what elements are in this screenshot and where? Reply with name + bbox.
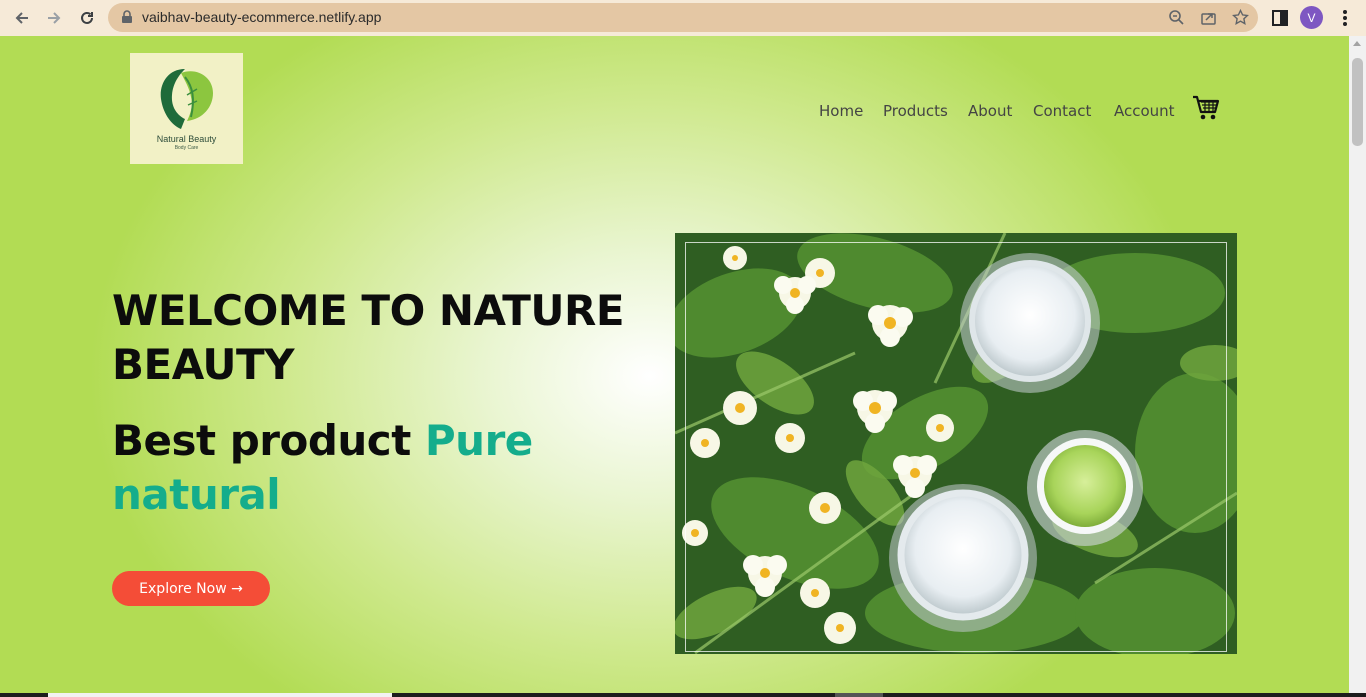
side-panel-icon[interactable] bbox=[1269, 7, 1291, 29]
reload-button[interactable] bbox=[76, 7, 98, 29]
nav-products[interactable]: Products bbox=[883, 102, 948, 120]
scroll-up-arrow-icon[interactable] bbox=[1353, 41, 1361, 46]
lock-icon bbox=[122, 10, 132, 23]
scrollbar-thumb[interactable] bbox=[1352, 58, 1363, 146]
hero-subtitle-main: Best product bbox=[112, 416, 425, 465]
hero-subtitle: Best product Pure natural bbox=[112, 414, 652, 522]
leaf-face-logo-icon bbox=[160, 69, 213, 129]
hero-title: WELCOME TO NATURE BEAUTY bbox=[112, 286, 625, 389]
reload-icon bbox=[81, 11, 93, 24]
hero-photo-illustration bbox=[675, 233, 1237, 654]
address-bar[interactable]: vaibhav-beauty-ecommerce.netlify.app bbox=[108, 3, 1258, 32]
page-viewport: Natural Beauty Body Care Home Products A… bbox=[0, 36, 1349, 693]
hero-image bbox=[675, 233, 1237, 654]
nav-about[interactable]: About bbox=[968, 102, 1012, 120]
back-button[interactable] bbox=[11, 7, 33, 29]
nav-account[interactable]: Account bbox=[1114, 102, 1175, 120]
forward-button[interactable] bbox=[43, 7, 65, 29]
bookmark-star-icon[interactable] bbox=[1232, 9, 1249, 26]
url-text: vaibhav-beauty-ecommerce.netlify.app bbox=[142, 9, 382, 25]
logo-brand-name: Natural Beauty bbox=[156, 134, 217, 144]
taskbar-segment bbox=[48, 693, 392, 697]
explore-now-button[interactable]: Explore Now → bbox=[112, 571, 270, 606]
share-icon[interactable] bbox=[1200, 9, 1217, 26]
more-menu-icon[interactable] bbox=[1334, 7, 1356, 29]
logo-tagline: Body Care bbox=[174, 145, 199, 151]
site-logo[interactable]: Natural Beauty Body Care bbox=[130, 53, 243, 164]
back-arrow-icon bbox=[15, 12, 28, 24]
page-scrollbar[interactable] bbox=[1349, 36, 1366, 693]
forward-arrow-icon bbox=[48, 12, 61, 24]
taskbar-strip bbox=[0, 693, 1366, 697]
taskbar-segment-dark bbox=[835, 693, 883, 697]
zoom-icon[interactable] bbox=[1168, 9, 1185, 26]
profile-avatar[interactable]: V bbox=[1300, 6, 1323, 29]
browser-toolbar: vaibhav-beauty-ecommerce.netlify.app V bbox=[0, 0, 1366, 36]
shopping-cart-icon[interactable] bbox=[1192, 94, 1220, 122]
nav-home[interactable]: Home bbox=[819, 102, 863, 120]
nav-contact[interactable]: Contact bbox=[1033, 102, 1091, 120]
